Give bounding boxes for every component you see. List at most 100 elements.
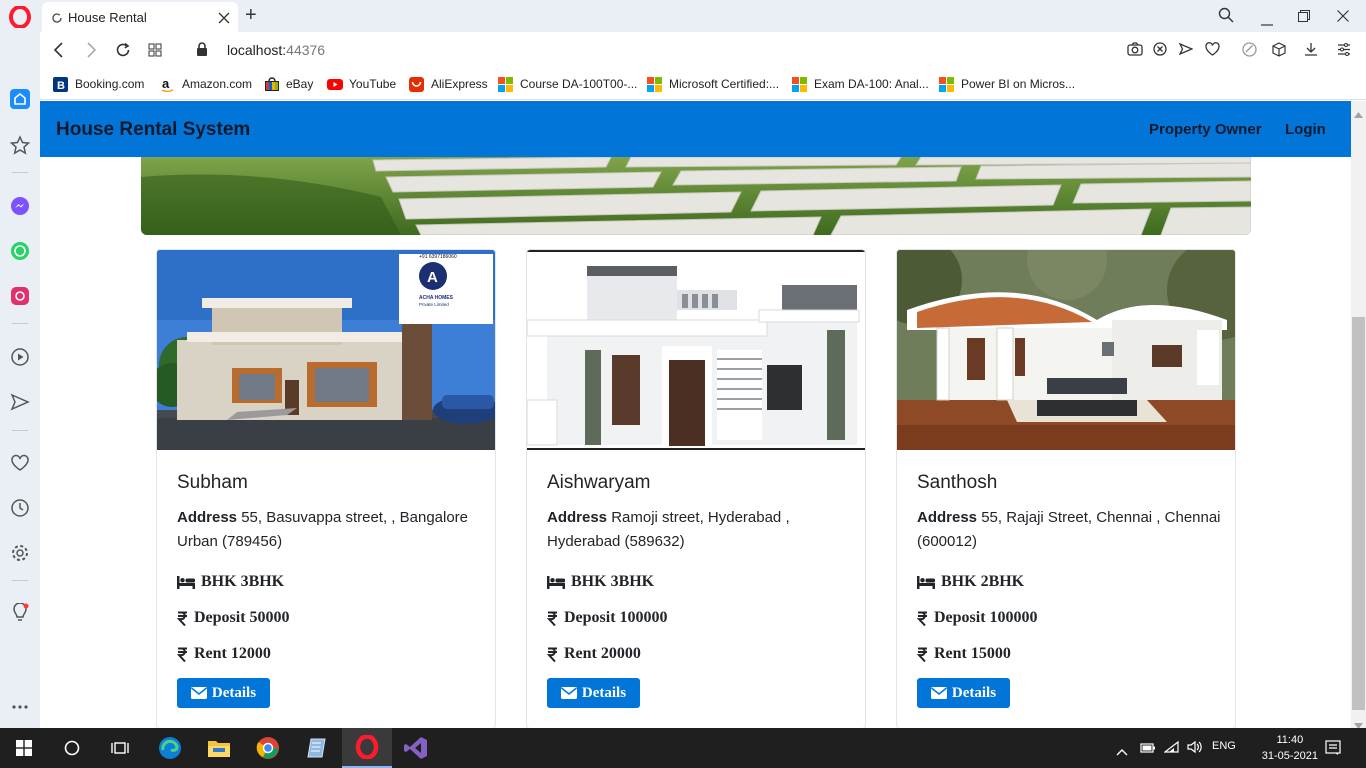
bookmark-booking[interactable]: B Booking.com: [53, 76, 144, 92]
heart-icon[interactable]: [9, 452, 31, 474]
volume-icon[interactable]: [1187, 740, 1203, 759]
details-button[interactable]: Details: [177, 678, 270, 708]
scrollbar-thumb[interactable]: [1352, 317, 1365, 710]
property-name: Subham: [177, 472, 248, 493]
bookmarks-icon[interactable]: [9, 134, 31, 156]
minimize-icon[interactable]: [1261, 14, 1273, 32]
lock-icon[interactable]: [196, 42, 208, 62]
bookmark-power-bi[interactable]: Power BI on Micros...: [939, 76, 1075, 92]
forward-icon[interactable]: [85, 42, 97, 63]
tab-title: House Rental: [68, 10, 147, 25]
bookmark-amazon[interactable]: a Amazon.com: [160, 76, 252, 92]
bookmark-label: eBay: [286, 77, 314, 91]
bookmark-label: Power BI on Micros...: [961, 77, 1076, 91]
microsoft-icon: [647, 76, 662, 92]
send-icon[interactable]: [9, 391, 31, 413]
microsoft-icon: [939, 76, 954, 92]
download-icon[interactable]: [1304, 42, 1318, 62]
bookmark-microsoft-certified[interactable]: Microsoft Certified:...: [647, 76, 779, 92]
whatsapp-icon[interactable]: [9, 240, 31, 262]
house-photo-subham: A +91 6397186060 ACHA HOMES Private Limi…: [157, 250, 495, 450]
speed-dial-icon[interactable]: [9, 88, 31, 110]
bookmark-label: Exam DA-100: Anal...: [814, 77, 929, 91]
restore-icon[interactable]: [1298, 9, 1310, 27]
messenger-icon[interactable]: [9, 195, 31, 217]
wifi-icon[interactable]: [1163, 740, 1180, 759]
details-button[interactable]: Details: [917, 678, 1010, 708]
property-deposit: Deposit 50000: [177, 609, 290, 627]
bookmark-label: Microsoft Certified:...: [669, 77, 780, 91]
address-bar-row: localhost:44376: [40, 32, 1366, 68]
more-icon[interactable]: [9, 696, 31, 718]
easy-setup-menu-icon[interactable]: [1337, 43, 1351, 61]
system-clock[interactable]: 11:40 31-05-2021: [1262, 732, 1318, 764]
property-address: Address Ramoji street, Hyderabad , Hyder…: [547, 506, 852, 554]
property-card: A +91 6397186060 ACHA HOMES Private Limi…: [156, 249, 496, 729]
history-icon[interactable]: [9, 497, 31, 519]
camera-icon[interactable]: [1127, 42, 1143, 61]
rupee-icon: [917, 647, 928, 662]
details-label: Details: [951, 684, 997, 701]
scroll-up-arrow-icon[interactable]: [1354, 105, 1363, 123]
back-icon[interactable]: [53, 42, 65, 63]
bookmark-ebay[interactable]: eBay: [264, 76, 313, 92]
notifications-icon[interactable]: [1325, 740, 1341, 761]
reload-icon[interactable]: [115, 42, 131, 63]
close-tab-icon[interactable]: [218, 11, 230, 29]
notes-icon: [307, 738, 326, 758]
share-icon[interactable]: [1178, 42, 1194, 61]
lightbulb-icon[interactable]: [9, 602, 31, 624]
settings-icon[interactable]: [9, 542, 31, 564]
bookmark-exam-da100[interactable]: Exam DA-100: Anal...: [792, 76, 929, 92]
windows-logo-icon: [16, 740, 32, 756]
chrome-app[interactable]: [244, 728, 292, 768]
envelope-icon: [930, 687, 947, 699]
edge-app[interactable]: [146, 728, 194, 768]
battery-icon[interactable]: [1140, 741, 1156, 759]
visual-studio-app[interactable]: [392, 728, 440, 768]
svg-text:+91 6397186060: +91 6397186060: [419, 254, 457, 260]
bookmark-youtube[interactable]: YouTube: [327, 76, 396, 92]
task-view-button[interactable]: [96, 728, 144, 768]
new-tab-button[interactable]: +: [245, 4, 257, 27]
opera-app-active[interactable]: [342, 728, 392, 768]
favorite-heart-icon[interactable]: [1205, 42, 1220, 61]
windows-taskbar: ENG 11:40 31-05-2021: [0, 728, 1366, 768]
close-window-icon[interactable]: [1337, 9, 1349, 27]
search-tabs-icon[interactable]: [1218, 7, 1234, 28]
site-brand[interactable]: House Rental System: [56, 119, 250, 141]
rupee-icon: [177, 611, 188, 626]
address-label: Address: [917, 509, 978, 526]
address-label: Address: [177, 509, 238, 526]
notes-app[interactable]: [293, 728, 341, 768]
search-button[interactable]: [48, 728, 96, 768]
aliexpress-icon: [409, 76, 424, 92]
language-indicator[interactable]: ENG: [1212, 740, 1236, 752]
ebay-icon: [264, 76, 279, 92]
bed-icon: [547, 575, 565, 589]
nav-login[interactable]: Login: [1285, 121, 1326, 138]
bookmark-label: Course DA-100T00-...: [520, 77, 638, 91]
extensions-cube-icon[interactable]: [1272, 42, 1286, 62]
property-rent: Rent 15000: [917, 645, 1011, 663]
property-bhk: BHK 3BHK: [177, 573, 284, 591]
bookmark-label: YouTube: [349, 77, 397, 91]
instagram-icon[interactable]: [9, 285, 31, 307]
task-view-icon: [111, 742, 129, 754]
tray-chevron-up-icon[interactable]: [1116, 743, 1128, 761]
player-icon[interactable]: [9, 346, 31, 368]
adblock-icon[interactable]: [1153, 42, 1167, 61]
file-explorer-app[interactable]: [195, 728, 243, 768]
opera-logo-icon[interactable]: [9, 6, 31, 28]
deposit-value: Deposit 50000: [194, 609, 290, 626]
bookmark-course-da100[interactable]: Course DA-100T00-...: [498, 76, 637, 92]
easy-setup-icon[interactable]: [1242, 42, 1257, 62]
property-name: Aishwaryam: [547, 472, 651, 493]
tab-house-rental[interactable]: House Rental: [42, 2, 238, 32]
start-button[interactable]: [0, 728, 48, 768]
details-button[interactable]: Details: [547, 678, 640, 708]
url-field[interactable]: localhost:44376: [227, 42, 325, 58]
bookmark-aliexpress[interactable]: AliExpress: [409, 76, 488, 92]
tabs-grid-icon[interactable]: [148, 43, 162, 62]
nav-property-owner[interactable]: Property Owner: [1149, 121, 1262, 138]
